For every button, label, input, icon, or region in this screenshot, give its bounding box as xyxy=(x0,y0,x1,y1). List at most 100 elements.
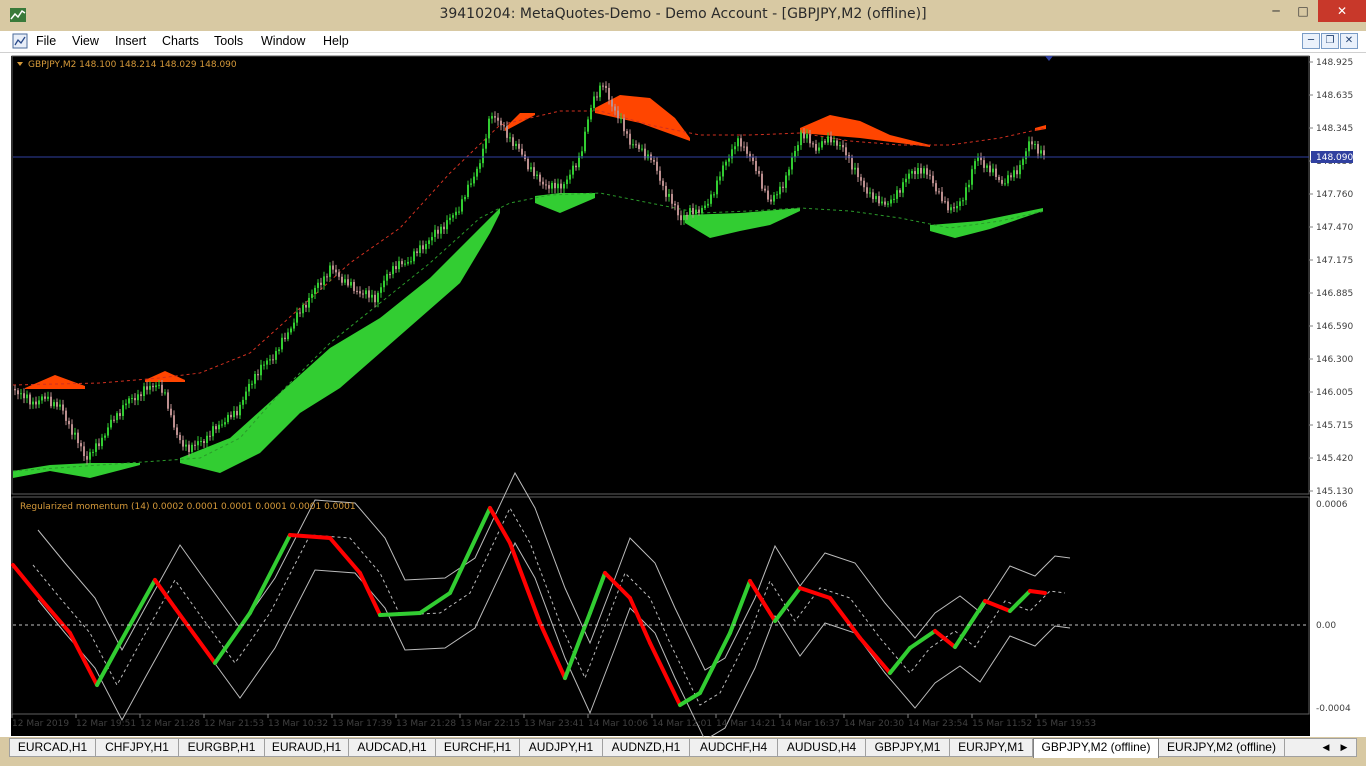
time-axis-label: 12 Mar 19:51 xyxy=(76,719,136,729)
maximize-button[interactable]: □ xyxy=(1289,0,1317,22)
candle-body xyxy=(167,392,169,409)
menu-window[interactable]: Window xyxy=(261,34,305,48)
candle-body xyxy=(659,170,661,181)
candle-body xyxy=(191,444,193,452)
candle-body xyxy=(893,198,895,200)
candle-body xyxy=(437,229,439,234)
menu-help[interactable]: Help xyxy=(323,34,349,48)
candle-body xyxy=(800,132,802,146)
candle-body xyxy=(707,203,709,206)
candle-body xyxy=(521,148,523,155)
candle-body xyxy=(560,183,562,189)
tab-gbpjpy-m2-offline[interactable]: GBPJPY,M2 (offline) xyxy=(1033,738,1159,758)
candle-body xyxy=(686,215,688,217)
candle-body xyxy=(599,85,601,98)
candle-body xyxy=(392,266,394,275)
menu-file[interactable]: File xyxy=(36,34,56,48)
candle-body xyxy=(350,282,352,286)
candle-body xyxy=(782,186,784,188)
candle-body xyxy=(359,291,361,294)
current-price-label: 148.090 xyxy=(1316,153,1353,163)
tab-audjpy-h1[interactable]: AUDJPY,H1 xyxy=(520,739,603,757)
candle-body xyxy=(662,180,664,186)
candle-body xyxy=(728,158,730,162)
candle-body xyxy=(260,364,262,376)
candle-body xyxy=(434,229,436,237)
candle-body xyxy=(272,359,274,361)
tab-eurjpy-m2-offline[interactable]: EURJPY,M2 (offline) xyxy=(1159,739,1285,757)
candle-body xyxy=(815,144,817,151)
candle-body xyxy=(998,176,1000,180)
candle-body xyxy=(413,251,415,262)
candle-body xyxy=(833,140,835,143)
candle-body xyxy=(764,188,766,191)
candle-body xyxy=(212,426,214,437)
candle-body xyxy=(305,304,307,308)
candle-body xyxy=(986,165,988,168)
tab-scroll-left-icon[interactable]: ◀ xyxy=(1320,740,1332,756)
tab-audchf-h4[interactable]: AUDCHF,H4 xyxy=(690,739,778,757)
candle-body xyxy=(86,456,88,460)
candle-body xyxy=(1037,144,1039,154)
candle-body xyxy=(1019,164,1021,175)
candle-body xyxy=(203,441,205,444)
candle-body xyxy=(935,183,937,192)
candle-body xyxy=(677,205,679,216)
candle-body xyxy=(512,137,514,146)
candle-body xyxy=(896,190,898,199)
candle-body xyxy=(614,106,616,111)
chart-workspace: GBPJPY,M2 148.100 148.214 148.029 148.09… xyxy=(0,53,1366,737)
minimize-button[interactable]: ─ xyxy=(1262,0,1290,22)
tab-eurchf-h1[interactable]: EURCHF,H1 xyxy=(436,739,520,757)
candle-body xyxy=(263,364,265,366)
menu-tools[interactable]: Tools xyxy=(214,34,243,48)
title-bar: 39410204: MetaQuotes-Demo - Demo Account… xyxy=(0,0,1366,31)
tab-euraud-h1[interactable]: EURAUD,H1 xyxy=(265,739,349,757)
tab-audcad-h1[interactable]: AUDCAD,H1 xyxy=(349,739,436,757)
candle-body xyxy=(716,180,718,195)
menu-view[interactable]: View xyxy=(72,34,99,48)
tab-gbpjpy-m1[interactable]: GBPJPY,M1 xyxy=(866,739,950,757)
candle-body xyxy=(233,410,235,418)
candle-body xyxy=(761,173,763,189)
menu-charts[interactable]: Charts xyxy=(162,34,199,48)
candle-body xyxy=(938,191,940,193)
candle-body xyxy=(467,184,469,197)
tab-audnzd-h1[interactable]: AUDNZD,H1 xyxy=(603,739,690,757)
tab-eurgbp-h1[interactable]: EURGBP,H1 xyxy=(179,739,265,757)
candle-body xyxy=(533,167,535,176)
candle-body xyxy=(689,208,691,216)
chart-canvas[interactable]: GBPJPY,M2 148.100 148.214 148.029 148.09… xyxy=(0,53,1366,737)
tab-chfjpy-h1[interactable]: CHFJPY,H1 xyxy=(96,739,179,757)
candle-body xyxy=(839,145,841,147)
candle-body xyxy=(1025,151,1027,160)
candle-body xyxy=(482,148,484,164)
chart-document-icon[interactable] xyxy=(12,33,28,49)
candle-body xyxy=(341,276,343,283)
candle-body xyxy=(431,236,433,241)
price-axis-label: 146.005 xyxy=(1316,388,1353,398)
candle-body xyxy=(1001,179,1003,184)
price-axis-label: 147.760 xyxy=(1316,190,1353,200)
tab-scroll-right-icon[interactable]: ▶ xyxy=(1338,740,1350,756)
mdi-close-button[interactable]: ✕ xyxy=(1340,33,1358,49)
candle-body xyxy=(332,265,334,270)
candle-body xyxy=(290,328,292,333)
candle-body xyxy=(734,146,736,150)
mdi-minimize-button[interactable]: ─ xyxy=(1302,33,1320,49)
candle-body xyxy=(551,182,553,189)
candle-body xyxy=(1016,170,1018,175)
mdi-restore-button[interactable]: ❐ xyxy=(1321,33,1339,49)
menu-insert[interactable]: Insert xyxy=(115,34,146,48)
sub-chart-header: Regularized momentum (14) 0.0002 0.0001 … xyxy=(20,502,356,512)
tab-audusd-h4[interactable]: AUDUSD,H4 xyxy=(778,739,866,757)
time-axis-label: 14 Mar 10:06 xyxy=(588,719,648,729)
price-axis-label: 148.635 xyxy=(1316,91,1353,101)
candle-body xyxy=(461,199,463,212)
close-button[interactable]: ✕ xyxy=(1318,0,1366,22)
tab-eurjpy-m1[interactable]: EURJPY,M1 xyxy=(950,739,1033,757)
candle-body xyxy=(623,118,625,132)
tab-eurcad-h1[interactable]: EURCAD,H1 xyxy=(10,739,96,757)
candle-body xyxy=(584,131,586,152)
candle-body xyxy=(872,192,874,200)
